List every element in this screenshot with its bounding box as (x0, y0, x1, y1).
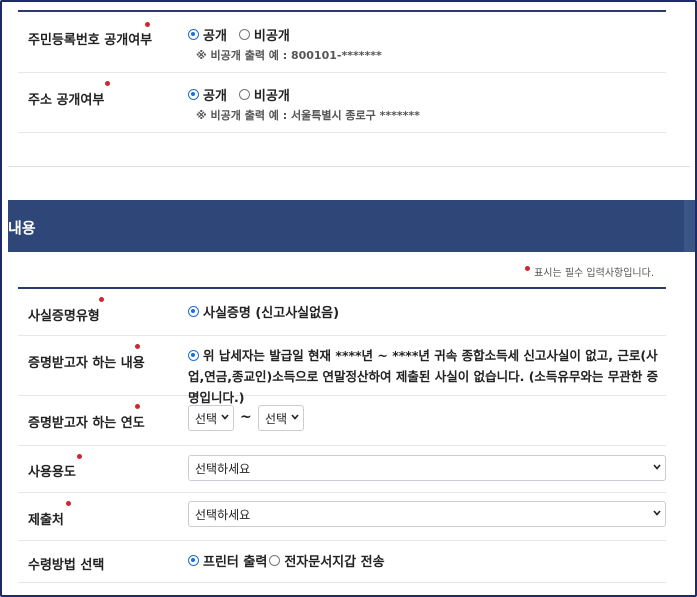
row-usage: 사용용도 선택하세요 (18, 445, 666, 493)
radio-unselected-icon (269, 555, 281, 566)
required-dot (135, 404, 140, 409)
row-proof-type: 사실증명유형 사실증명 (신고사실없음) (18, 289, 666, 336)
radio-selected-icon (188, 306, 199, 317)
required-legend-text: 표시는 필수 입력사항입니다. (534, 268, 654, 279)
rrn-note: ※ 비공개 출력 예 : 800101-******* (196, 49, 382, 62)
required-dot (99, 297, 104, 302)
proof-year-label: 증명받고자 하는 연도 (28, 416, 145, 431)
year-from-value: 선택 (195, 411, 218, 426)
receive-printer-radio[interactable]: 프린터 출력 (188, 551, 267, 570)
receive-wallet-label: 전자문서지갑 전송 (284, 555, 385, 570)
chevron-down-icon (653, 510, 661, 516)
radio-selected-icon (188, 29, 199, 40)
proof-content-label: 증명받고자 하는 내용 (28, 356, 145, 371)
required-dot (145, 22, 150, 27)
year-from-select[interactable]: 선택 (188, 405, 234, 431)
required-dot (525, 266, 531, 271)
address-private-radio[interactable]: 비공개 (238, 85, 290, 104)
submit-to-label: 제출처 (28, 513, 64, 528)
receive-printer-label: 프린터 출력 (203, 555, 268, 570)
year-to-value: 선택 (265, 411, 288, 426)
radio-unselected-icon (238, 89, 250, 100)
receive-wallet-radio[interactable]: 전자문서지갑 전송 (267, 551, 385, 570)
required-dot (105, 81, 110, 86)
proof-type-option: 사실증명 (신고사실없음) (203, 306, 340, 321)
usage-label: 사용용도 (28, 465, 76, 480)
address-disclosure-label: 주소 공개여부 (28, 93, 105, 108)
form-area: 주민등록번호 공개여부 공개 비공개 ※ 비공개 출력 예 : 800101-*… (8, 2, 690, 595)
row-receive-method: 수령방법 선택 프린터 출력 전자문서지갑 전송 (18, 540, 666, 583)
row-rrn-disclosure: 주민등록번호 공개여부 공개 비공개 ※ 비공개 출력 예 : 800101-*… (18, 12, 666, 73)
address-radio-group: 공개 비공개 (188, 85, 290, 104)
submit-to-select[interactable]: 선택하세요 (188, 501, 666, 527)
radio-selected-icon (188, 555, 199, 566)
usage-value: 선택하세요 (195, 461, 251, 476)
required-legend: 표시는 필수 입력사항입니다. (525, 264, 654, 279)
section-banner: 내용 (8, 200, 690, 252)
required-dot (135, 344, 140, 349)
required-dot (77, 454, 82, 459)
receive-method-label: 수령방법 선택 (28, 558, 105, 573)
address-public-radio[interactable]: 공개 (188, 85, 227, 104)
section-divider (8, 166, 690, 167)
proof-type-radio[interactable]: 사실증명 (신고사실없음) (188, 302, 339, 321)
radio-selected-icon (188, 89, 199, 100)
usage-select[interactable]: 선택하세요 (188, 455, 666, 481)
row-proof-content: 증명받고자 하는 내용 위 납세자는 발급일 현재 ****년 ~ ****년 … (18, 335, 666, 405)
banner-edge (684, 200, 695, 252)
radio-unselected-icon (238, 29, 250, 40)
row-proof-year: 증명받고자 하는 연도 선택 ~ 선택 (18, 395, 666, 446)
address-note: ※ 비공개 출력 예 : 서울특별시 종로구 ******* (196, 109, 420, 122)
rrn-disclosure-label: 주민등록번호 공개여부 (28, 33, 153, 48)
row-address-disclosure: 주소 공개여부 공개 비공개 ※ 비공개 출력 예 : 서울특별시 종로구 **… (18, 72, 666, 133)
chevron-down-icon (291, 414, 299, 420)
submit-to-value: 선택하세요 (195, 507, 251, 522)
chevron-down-icon (221, 414, 229, 420)
receive-radio-group: 프린터 출력 전자문서지갑 전송 (188, 551, 385, 570)
radio-selected-icon (188, 350, 199, 361)
rrn-public-radio[interactable]: 공개 (188, 25, 227, 44)
rrn-radio-group: 공개 비공개 (188, 25, 290, 44)
rrn-public-label: 공개 (203, 29, 227, 44)
chevron-down-icon (653, 464, 661, 470)
year-to-select[interactable]: 선택 (258, 405, 304, 431)
year-range-tilde: ~ (240, 409, 252, 425)
rrn-private-radio[interactable]: 비공개 (238, 25, 290, 44)
rrn-private-label: 비공개 (253, 29, 290, 44)
address-private-label: 비공개 (253, 89, 290, 104)
proof-type-label: 사실증명유형 (28, 309, 100, 324)
section-title: 내용 (8, 219, 36, 237)
window-frame: 주민등록번호 공개여부 공개 비공개 ※ 비공개 출력 예 : 800101-*… (0, 0, 697, 597)
row-submit-to: 제출처 선택하세요 (18, 492, 666, 541)
address-public-label: 공개 (203, 89, 227, 104)
required-dot (66, 501, 71, 506)
